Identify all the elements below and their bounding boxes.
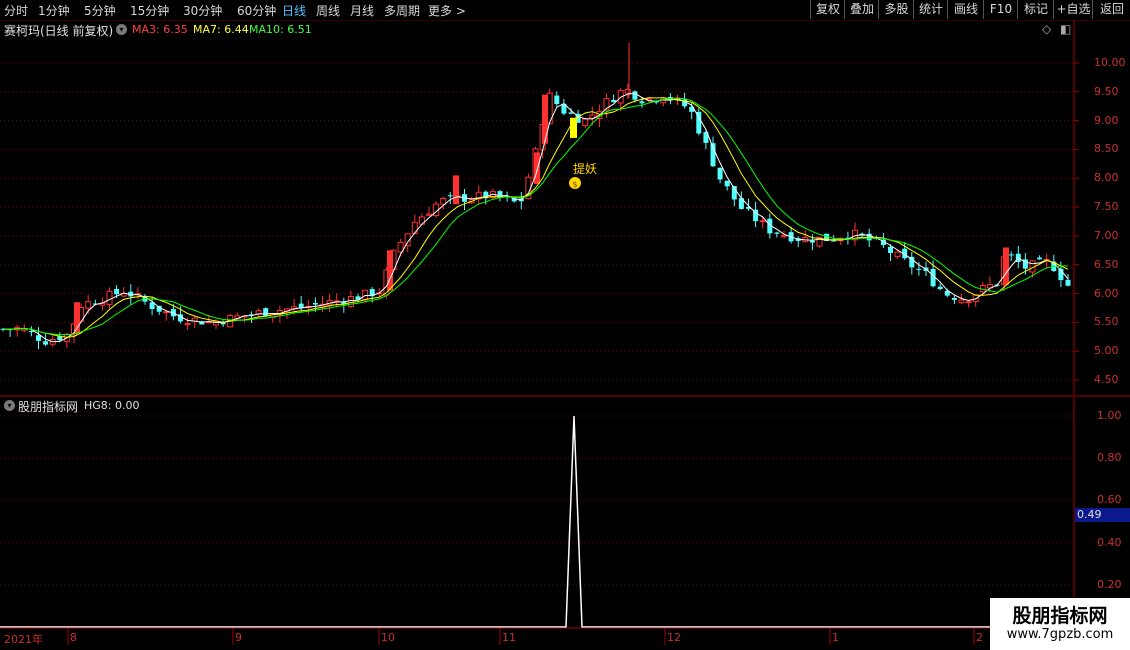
watermark-title: 股朋指标网 — [1012, 605, 1108, 627]
ma3-legend: MA3: 6.35 — [132, 23, 188, 36]
indicator-source: 股朋指标网 — [18, 400, 79, 414]
price-tick: 6.00 — [1094, 286, 1119, 300]
ma7-legend: MA7: 6.44 — [193, 23, 249, 36]
candle-body — [774, 232, 780, 234]
candle-body — [114, 288, 120, 295]
candle-body — [36, 335, 41, 341]
kline-chart[interactable]: $ — [0, 0, 1130, 650]
ma10-line — [3, 97, 1068, 336]
candle-body — [426, 213, 432, 216]
candle-body — [447, 195, 453, 197]
crosshair-value-badge: 0.49 — [1075, 508, 1130, 522]
indicator-tick: 0.80 — [1097, 451, 1122, 465]
time-label: 8 — [70, 631, 77, 644]
price-tick: 5.00 — [1094, 344, 1119, 358]
price-tick: 8.50 — [1094, 142, 1119, 156]
price-tick: 7.00 — [1094, 228, 1119, 242]
limit-up-candle — [453, 175, 459, 205]
candlestick-series — [0, 42, 1071, 350]
time-label: 2021年 — [4, 633, 43, 646]
limit-up-candle — [534, 152, 540, 185]
indicator-tick: 0.20 — [1097, 577, 1122, 591]
grid-lines — [0, 62, 1079, 645]
candle-body — [781, 234, 787, 238]
candle-body — [937, 286, 943, 290]
limit-up-candle — [542, 94, 548, 144]
chevron-down-icon[interactable]: ▾ — [4, 400, 15, 411]
site-watermark: 股朋指标网 www.7gpzb.com — [990, 598, 1130, 650]
price-tick: 5.50 — [1094, 315, 1119, 329]
time-label: 2 — [976, 631, 983, 644]
candle-body — [1065, 279, 1071, 286]
candle-body — [1037, 257, 1043, 260]
candle-body — [347, 296, 354, 308]
candle-body — [582, 118, 589, 127]
limit-up-candle — [74, 302, 80, 334]
candle-body — [831, 240, 837, 242]
candle-body — [554, 95, 560, 105]
candle-body — [958, 299, 965, 304]
candle-body — [624, 89, 631, 94]
time-label: 9 — [235, 631, 242, 644]
candle-body — [411, 221, 418, 234]
indicator-tick: 0.40 — [1097, 535, 1122, 549]
candle-body — [1008, 254, 1014, 256]
price-tick: 8.00 — [1094, 171, 1119, 185]
stock-title: 赛柯玛(日线 前复权) — [4, 24, 114, 38]
indicator-tick: 0.60 — [1097, 493, 1122, 507]
candle-body — [724, 180, 730, 187]
ma7-line — [3, 97, 1069, 338]
ma10-legend: MA10: 6.51 — [249, 23, 312, 36]
candle-body — [759, 220, 766, 223]
ma3-line — [3, 92, 1069, 343]
candle-body — [894, 251, 901, 257]
candle-body — [632, 91, 638, 100]
price-tick: 7.50 — [1094, 200, 1119, 214]
diamond-icon[interactable]: ◇ — [1042, 22, 1051, 36]
candle-body — [717, 167, 723, 180]
time-label: 11 — [502, 631, 516, 644]
watermark-url: www.7gpzb.com — [1006, 627, 1114, 642]
signal-candle — [570, 117, 577, 138]
candle-body — [106, 290, 113, 305]
candle-body — [85, 301, 92, 309]
candle-body — [312, 302, 318, 305]
svg-text:$: $ — [572, 180, 577, 189]
hg8-legend: HG8: 0.00 — [84, 399, 140, 412]
price-tick: 6.50 — [1094, 257, 1119, 271]
candle-body — [888, 246, 893, 253]
price-tick: 9.50 — [1094, 84, 1119, 98]
candle-body — [916, 268, 922, 270]
candle-body — [809, 240, 815, 243]
indicator-tick: 1.00 — [1097, 409, 1122, 422]
candle-body — [965, 301, 972, 304]
price-tick: 9.00 — [1094, 113, 1119, 127]
candle-body — [440, 197, 447, 205]
price-tick: 4.50 — [1094, 373, 1119, 386]
limit-up-candle — [387, 250, 393, 291]
candle-body — [28, 331, 34, 333]
panel-toggle-icon[interactable]: ◧ — [1060, 22, 1071, 36]
candle-body — [43, 341, 49, 345]
marker-label: 提妖 — [573, 162, 598, 176]
limit-up-candle — [1003, 247, 1009, 285]
price-tick: 10.00 — [1094, 56, 1126, 69]
hg8-indicator-line — [0, 415, 1074, 628]
time-label: 10 — [381, 631, 395, 644]
candle-body — [639, 101, 645, 104]
time-label: 1 — [832, 631, 839, 644]
candle-body — [951, 297, 957, 300]
time-label: 12 — [667, 631, 681, 644]
moving-average-lines — [3, 92, 1069, 343]
chevron-down-icon[interactable]: ▾ — [116, 24, 127, 35]
candle-body — [184, 323, 191, 326]
candle-body — [263, 308, 269, 317]
hg8-line — [0, 415, 1074, 628]
